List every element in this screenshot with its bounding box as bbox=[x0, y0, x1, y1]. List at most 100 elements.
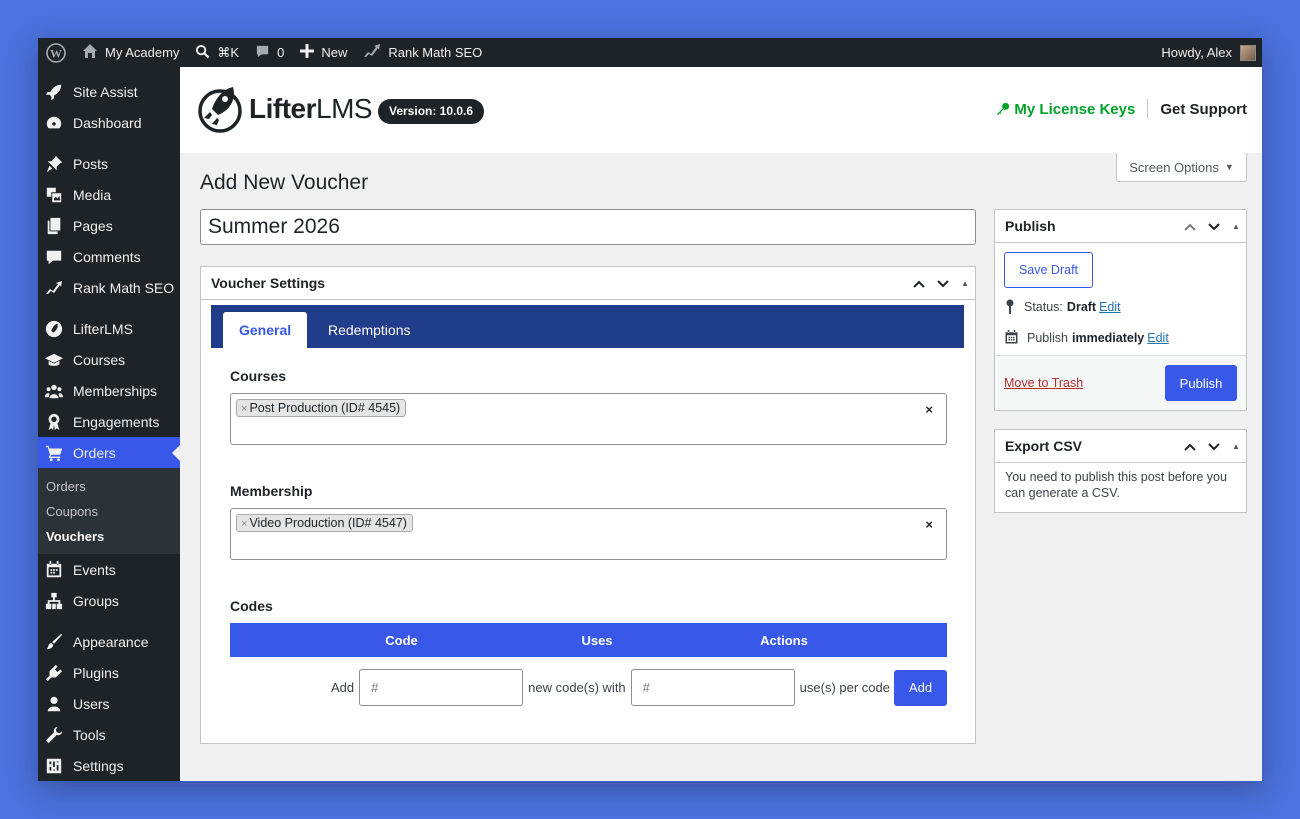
sidebar-item-comments[interactable]: Comments bbox=[38, 241, 180, 272]
license-keys-link[interactable]: My License Keys bbox=[996, 101, 1135, 118]
sidebar-item-settings[interactable]: Settings bbox=[38, 750, 180, 781]
sidebar-item-courses[interactable]: Courses bbox=[38, 344, 180, 375]
lifterlms-header: LifterLMS Version: 10.0.6 My License Key… bbox=[180, 67, 1262, 153]
uses-per-code-text: use(s) per code bbox=[799, 680, 890, 695]
membership-select[interactable]: × Video Production (ID# 4547) × bbox=[230, 508, 947, 560]
rankmath-icon bbox=[44, 278, 64, 298]
screen-options-button[interactable]: Screen Options ▼ bbox=[1116, 153, 1247, 182]
clear-selection-icon[interactable]: × bbox=[925, 517, 933, 532]
site-name-link[interactable]: My Academy bbox=[74, 38, 187, 67]
courses-label: Courses bbox=[230, 368, 287, 384]
sidebar-item-site-assist[interactable]: Site Assist bbox=[38, 76, 180, 107]
selected-course-label: Post Production (ID# 4545) bbox=[249, 401, 401, 415]
sidebar-item-label: Events bbox=[73, 561, 116, 578]
network-icon bbox=[44, 591, 64, 611]
sidebar-item-label: Orders bbox=[73, 444, 116, 461]
submenu-item-vouchers[interactable]: Vouchers bbox=[38, 524, 180, 549]
sidebar-item-tools[interactable]: Tools bbox=[38, 719, 180, 750]
calendar-icon bbox=[1005, 330, 1018, 344]
sidebar-item-appearance[interactable]: Appearance bbox=[38, 626, 180, 657]
submenu-item-coupons[interactable]: Coupons bbox=[38, 499, 180, 524]
lifterlms-wordmark: LifterLMS bbox=[249, 93, 373, 124]
chevron-down-icon[interactable] bbox=[1202, 219, 1226, 234]
avatar bbox=[1240, 44, 1256, 61]
export-csv-title: Export CSV bbox=[1005, 438, 1083, 454]
code-count-input[interactable] bbox=[359, 669, 524, 706]
courses-select[interactable]: × Post Production (ID# 4545) × bbox=[230, 393, 947, 445]
sidebar-item-rank-math[interactable]: Rank Math SEO bbox=[38, 272, 180, 303]
voucher-settings-title: Voucher Settings bbox=[211, 275, 326, 291]
pin-icon bbox=[44, 154, 64, 174]
sidebar-item-media[interactable]: Media bbox=[38, 179, 180, 210]
export-csv-message: You need to publish this post before you… bbox=[1005, 470, 1227, 500]
voucher-title-input[interactable] bbox=[200, 209, 976, 245]
chevron-up-icon[interactable] bbox=[1178, 439, 1202, 454]
sidebar-item-memberships[interactable]: Memberships bbox=[38, 375, 180, 406]
account-menu[interactable]: Howdy, Alex bbox=[1161, 44, 1262, 61]
sidebar-item-posts[interactable]: Posts bbox=[38, 148, 180, 179]
chevron-up-icon[interactable] bbox=[907, 276, 931, 291]
submenu-item-orders[interactable]: Orders bbox=[38, 474, 180, 499]
tab-redemptions[interactable]: Redemptions bbox=[312, 312, 427, 348]
sidebar-item-events[interactable]: Events bbox=[38, 554, 180, 585]
publish-title: Publish bbox=[1005, 218, 1056, 234]
rank-math-link[interactable]: Rank Math SEO bbox=[355, 38, 490, 67]
sidebar-item-plugins[interactable]: Plugins bbox=[38, 657, 180, 688]
brush-icon bbox=[44, 632, 64, 652]
sidebar-item-lifterlms[interactable]: LifterLMS bbox=[38, 313, 180, 344]
sidebar-item-label: Rank Math SEO bbox=[73, 279, 175, 296]
remove-chip-icon[interactable]: × bbox=[241, 518, 247, 530]
tab-general[interactable]: General bbox=[223, 312, 308, 348]
award-icon bbox=[44, 412, 64, 432]
edit-schedule-link[interactable]: Edit bbox=[1147, 331, 1169, 345]
sidebar-item-engagements[interactable]: Engagements bbox=[38, 406, 180, 437]
caret-down-icon: ▼ bbox=[1224, 162, 1234, 172]
sidebar-item-dashboard[interactable]: Dashboard bbox=[38, 107, 180, 138]
add-codes-button[interactable]: Add bbox=[894, 669, 947, 706]
sidebar-item-label: Comments bbox=[73, 248, 141, 265]
new-label: New bbox=[321, 45, 348, 60]
publish-actions: Move to Trash Publish bbox=[995, 355, 1246, 410]
comments-icon bbox=[44, 247, 64, 267]
uses-per-code-input[interactable] bbox=[630, 669, 795, 706]
toggle-triangle-icon[interactable]: ▲ bbox=[955, 279, 975, 288]
pages-icon bbox=[44, 216, 64, 236]
sidebar-item-label: Memberships bbox=[73, 382, 158, 399]
admin-sidebar: Site Assist Dashboard Posts Media Pages … bbox=[38, 67, 180, 781]
graduation-cap-icon bbox=[44, 350, 64, 370]
selected-membership-chip: × Video Production (ID# 4547) bbox=[236, 514, 413, 532]
sidebar-item-users[interactable]: Users bbox=[38, 688, 180, 719]
sidebar-item-orders[interactable]: Orders bbox=[38, 437, 180, 468]
home-icon bbox=[82, 43, 98, 62]
chevron-down-icon[interactable] bbox=[931, 276, 955, 291]
toggle-triangle-icon[interactable]: ▲ bbox=[1226, 222, 1246, 231]
lifterlms-logo[interactable]: LifterLMS bbox=[197, 85, 373, 133]
sidebar-item-label: Site Assist bbox=[73, 83, 138, 100]
wordpress-logo-icon[interactable]: W bbox=[38, 38, 74, 67]
sidebar-item-groups[interactable]: Groups bbox=[38, 585, 180, 616]
publish-button[interactable]: Publish bbox=[1165, 365, 1237, 401]
search-icon bbox=[195, 44, 210, 62]
chevron-up-icon[interactable] bbox=[1178, 219, 1202, 234]
publish-when-value: immediately bbox=[1072, 330, 1145, 345]
clear-selection-icon[interactable]: × bbox=[925, 402, 933, 417]
header-links: My License Keys Get Support bbox=[996, 99, 1247, 119]
toggle-triangle-icon[interactable]: ▲ bbox=[1226, 442, 1246, 451]
plus-icon bbox=[300, 44, 315, 61]
edit-status-link[interactable]: Edit bbox=[1099, 300, 1121, 314]
settings-icon bbox=[44, 756, 64, 776]
sidebar-item-label: Dashboard bbox=[73, 114, 142, 131]
chevron-down-icon[interactable] bbox=[1202, 439, 1226, 454]
remove-chip-icon[interactable]: × bbox=[241, 403, 247, 415]
command-search[interactable]: ⌘K bbox=[187, 38, 247, 67]
comments-link[interactable]: 0 bbox=[247, 38, 292, 67]
export-csv-box: Export CSV ▲ You need to publish this po… bbox=[994, 429, 1247, 513]
move-to-trash-link[interactable]: Move to Trash bbox=[1004, 376, 1083, 390]
publish-header: Publish ▲ bbox=[995, 210, 1246, 243]
new-content-link[interactable]: New bbox=[292, 38, 355, 67]
get-support-link[interactable]: Get Support bbox=[1160, 101, 1247, 118]
sidebar-item-label: Media bbox=[73, 186, 112, 203]
pin-icon bbox=[1006, 299, 1014, 314]
save-draft-button[interactable]: Save Draft bbox=[1004, 252, 1093, 288]
sidebar-item-pages[interactable]: Pages bbox=[38, 210, 180, 241]
